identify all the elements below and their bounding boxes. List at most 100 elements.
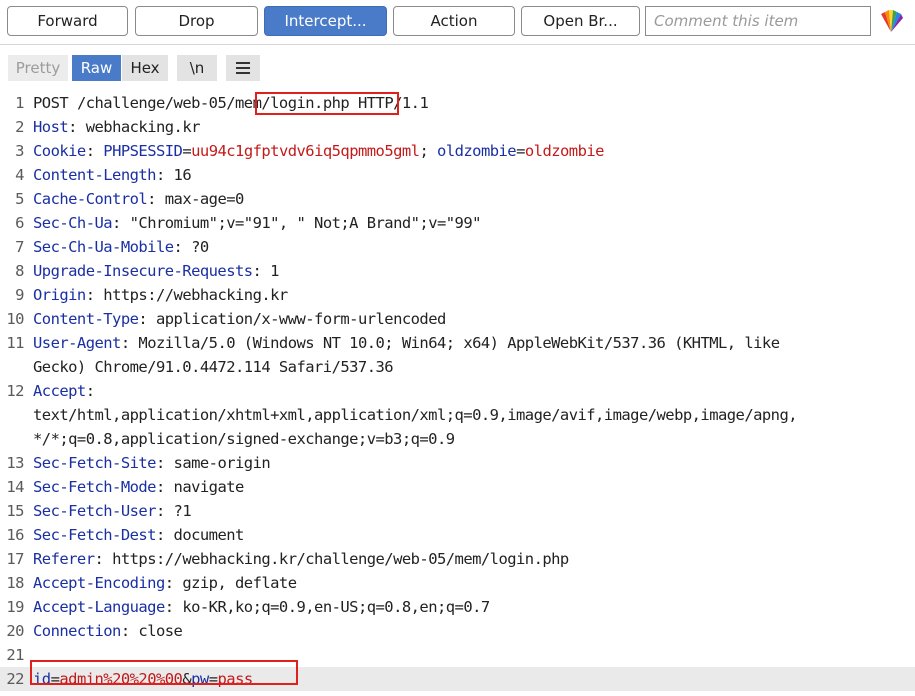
header-value: "Chromium";v="91", " Not;A Brand";v="99" [129, 214, 482, 232]
line-number: 11 [6, 334, 24, 352]
header-line: 6 Sec-Ch-Ua: "Chromium";v="91", " Not;A … [0, 211, 915, 235]
header-name: Sec-Fetch-User [33, 502, 157, 520]
header-name: Sec-Fetch-Site [33, 454, 157, 472]
header-line: 11 User-Agent: Mozilla/5.0 (Windows NT 1… [0, 331, 915, 355]
raw-request-editor[interactable]: 1 POST /challenge/web-05/mem/login.php H… [0, 91, 915, 696]
header-line: 13 Sec-Fetch-Site: same-origin [0, 451, 915, 475]
header-value: navigate [173, 478, 245, 496]
line-number: 5 [15, 190, 24, 208]
header-value: text/html,application/xhtml+xml,applicat… [33, 406, 798, 424]
header-value: max-age=0 [164, 190, 245, 208]
line-number: 6 [15, 214, 24, 232]
cookie-value: oldzombie [524, 142, 605, 160]
line-number: 21 [6, 646, 24, 664]
line-number: 20 [6, 622, 24, 640]
header-value: application/x-www-form-urlencoded [155, 310, 446, 328]
header-line: 20 Connection: close [0, 619, 915, 643]
header-line: 7 Sec-Ch-Ua-Mobile: ?0 [0, 235, 915, 259]
pretty-tab[interactable]: Pretty [8, 55, 68, 81]
header-value: https://webhacking.kr [103, 286, 288, 304]
header-name: Sec-Fetch-Dest [33, 526, 157, 544]
cookie-name: oldzombie [437, 142, 517, 160]
header-name: Sec-Fetch-Mode [33, 478, 157, 496]
path-highlight-box [255, 92, 399, 115]
header-value: ?0 [191, 238, 209, 256]
header-name: Content-Type [33, 310, 139, 328]
header-name: Sec-Ch-Ua-Mobile [33, 238, 174, 256]
header-value-continued: Gecko) Chrome/91.0.4472.114 Safari/537.3… [33, 358, 394, 376]
header-name: Origin [33, 286, 86, 304]
line-number: 7 [15, 238, 24, 256]
hex-tab[interactable]: Hex [122, 55, 168, 81]
proxy-toolbar: Forward Drop Intercept... Action Open Br… [0, 0, 915, 44]
show-newlines-button[interactable]: \n [177, 55, 217, 81]
line-number: 16 [6, 526, 24, 544]
header-value: Mozilla/5.0 (Windows NT 10.0; Win64; x64… [138, 334, 780, 352]
header-name: Sec-Ch-Ua [33, 214, 113, 232]
header-value: close [138, 622, 183, 640]
forward-button[interactable]: Forward [7, 6, 128, 36]
line-number: 1 [15, 94, 24, 112]
header-line: 9 Origin: https://webhacking.kr [0, 283, 915, 307]
request-line: 1 POST /challenge/web-05/mem/login.php H… [0, 91, 915, 115]
view-mode-bar: Pretty Raw Hex \n [0, 45, 915, 91]
line-number: 19 [6, 598, 24, 616]
line-number: 4 [15, 166, 24, 184]
line-number: 13 [6, 454, 24, 472]
header-name: Cache-Control [33, 190, 148, 208]
line-number: 15 [6, 502, 24, 520]
request-path: /challenge/web-05 [76, 94, 227, 112]
header-line: 8 Upgrade-Insecure-Requests: 1 [0, 259, 915, 283]
wrapped-line: Gecko) Chrome/91.0.4472.114 Safari/537.3… [0, 355, 915, 379]
header-name: Accept [33, 382, 86, 400]
line-number: 14 [6, 478, 24, 496]
header-value: gzip, deflate [182, 574, 297, 592]
cookie-line: 3 Cookie: PHPSESSID=uu94c1gfptvdv6iq5qpm… [0, 139, 915, 163]
header-value-continued: */*;q=0.8,application/signed-exchange;v=… [33, 430, 455, 448]
header-line: 16 Sec-Fetch-Dest: document [0, 523, 915, 547]
header-line: 17 Referer: https://webhacking.kr/challe… [0, 547, 915, 571]
highlight-color-icon[interactable] [878, 8, 904, 34]
line-number: 17 [6, 550, 24, 568]
header-name: Cookie [33, 142, 86, 160]
header-line: 2 Host: webhacking.kr [0, 115, 915, 139]
raw-tab[interactable]: Raw [72, 55, 121, 81]
header-name: Content-Length [33, 166, 157, 184]
line-number: 12 [6, 382, 24, 400]
wrapped-line: */*;q=0.8,application/signed-exchange;v=… [0, 427, 915, 451]
line-number: 10 [6, 310, 24, 328]
line-number: 8 [15, 262, 24, 280]
comment-input[interactable] [645, 6, 871, 36]
action-button[interactable]: Action [393, 6, 515, 36]
header-name: Referer [33, 550, 95, 568]
header-line: 19 Accept-Language: ko-KR,ko;q=0.9,en-US… [0, 595, 915, 619]
intercept-toggle-button[interactable]: Intercept... [264, 6, 387, 36]
header-name: Accept-Language [33, 598, 165, 616]
header-value: webhacking.kr [85, 118, 201, 136]
menu-icon[interactable] [226, 55, 260, 81]
header-line: 18 Accept-Encoding: gzip, deflate [0, 571, 915, 595]
line-number: 9 [15, 286, 24, 304]
body-highlight-box [30, 660, 298, 685]
header-name: Host [33, 118, 69, 136]
http-method: POST [33, 94, 69, 112]
header-name: Connection [33, 622, 121, 640]
header-value: ?1 [173, 502, 192, 520]
header-name: Accept-Encoding [33, 574, 165, 592]
header-line: 4 Content-Length: 16 [0, 163, 915, 187]
cookie-name: PHPSESSID [103, 142, 183, 160]
header-line: 5 Cache-Control: max-age=0 [0, 187, 915, 211]
header-value: document [173, 526, 245, 544]
cookie-value: uu94c1gfptvdv6iq5qpmmo5gml [191, 142, 420, 160]
open-browser-button[interactable]: Open Br... [521, 6, 640, 36]
line-number: 22 [6, 670, 24, 688]
wrapped-line: text/html,application/xhtml+xml,applicat… [0, 403, 915, 427]
line-number: 18 [6, 574, 24, 592]
header-value: ko-KR,ko;q=0.9,en-US;q=0.8,en;q=0.7 [182, 598, 490, 616]
header-value: 16 [173, 166, 192, 184]
header-name: User-Agent [33, 334, 121, 352]
drop-button[interactable]: Drop [135, 6, 258, 36]
line-number: 2 [15, 118, 24, 136]
header-value: https://webhacking.kr/challenge/web-05/m… [112, 550, 569, 568]
header-value: 1 [270, 262, 279, 280]
